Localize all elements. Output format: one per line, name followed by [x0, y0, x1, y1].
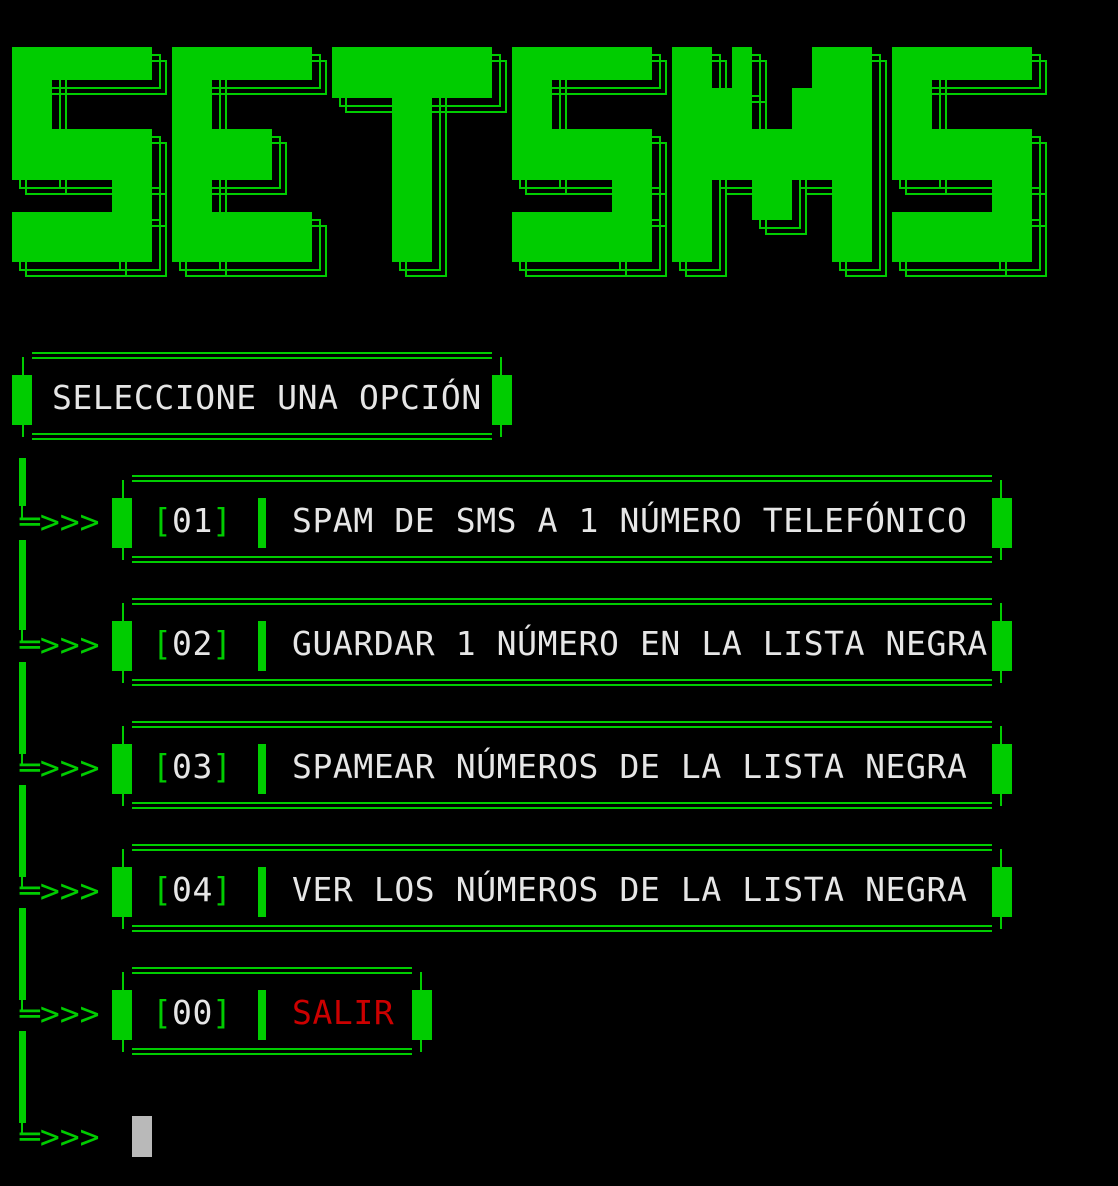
exit-label: SALIR: [292, 993, 395, 1032]
option-arrow: ═>>>: [20, 871, 100, 910]
option-arrow: ═>>>: [20, 994, 100, 1033]
option-label: GUARDAR 1 NÚMERO EN LA LISTA NEGRA: [292, 624, 988, 663]
menu-heading: SELECCIONE UNA OPCIÓN: [52, 378, 482, 417]
bracket-open: [: [152, 624, 173, 663]
bracket-open: [: [152, 747, 173, 786]
setsms-banner-logo: [12, 47, 1047, 277]
separator-bar: [258, 990, 266, 1040]
option-label: SPAMEAR NÚMEROS DE LA LISTA NEGRA: [292, 747, 968, 786]
option-number: 02: [172, 624, 213, 663]
separator-bar: [258, 744, 266, 794]
bracket-open: [: [152, 870, 173, 909]
text-cursor: [132, 1116, 152, 1157]
bracket-close: ]: [212, 501, 233, 540]
option-label: VER LOS NÚMEROS DE LA LISTA NEGRA: [292, 870, 968, 909]
prompt-arrow: ═>>>: [20, 1117, 100, 1156]
bracket-close: ]: [212, 747, 233, 786]
option-label: SPAM DE SMS A 1 NÚMERO TELEFÓNICO: [292, 501, 968, 540]
bracket-open: [: [152, 501, 173, 540]
option-arrow: ═>>>: [20, 748, 100, 787]
separator-bar: [258, 621, 266, 671]
option-number: 03: [172, 747, 213, 786]
bracket-open: [: [152, 993, 173, 1032]
option-number: 00: [172, 993, 213, 1032]
separator-bar: [258, 867, 266, 917]
bracket-close: ]: [212, 870, 233, 909]
option-arrow: ═>>>: [20, 625, 100, 664]
option-number: 01: [172, 501, 213, 540]
bracket-close: ]: [212, 624, 233, 663]
bracket-close: ]: [212, 993, 233, 1032]
option-number: 04: [172, 870, 213, 909]
separator-bar: [258, 498, 266, 548]
option-arrow: ═>>>: [20, 502, 100, 541]
